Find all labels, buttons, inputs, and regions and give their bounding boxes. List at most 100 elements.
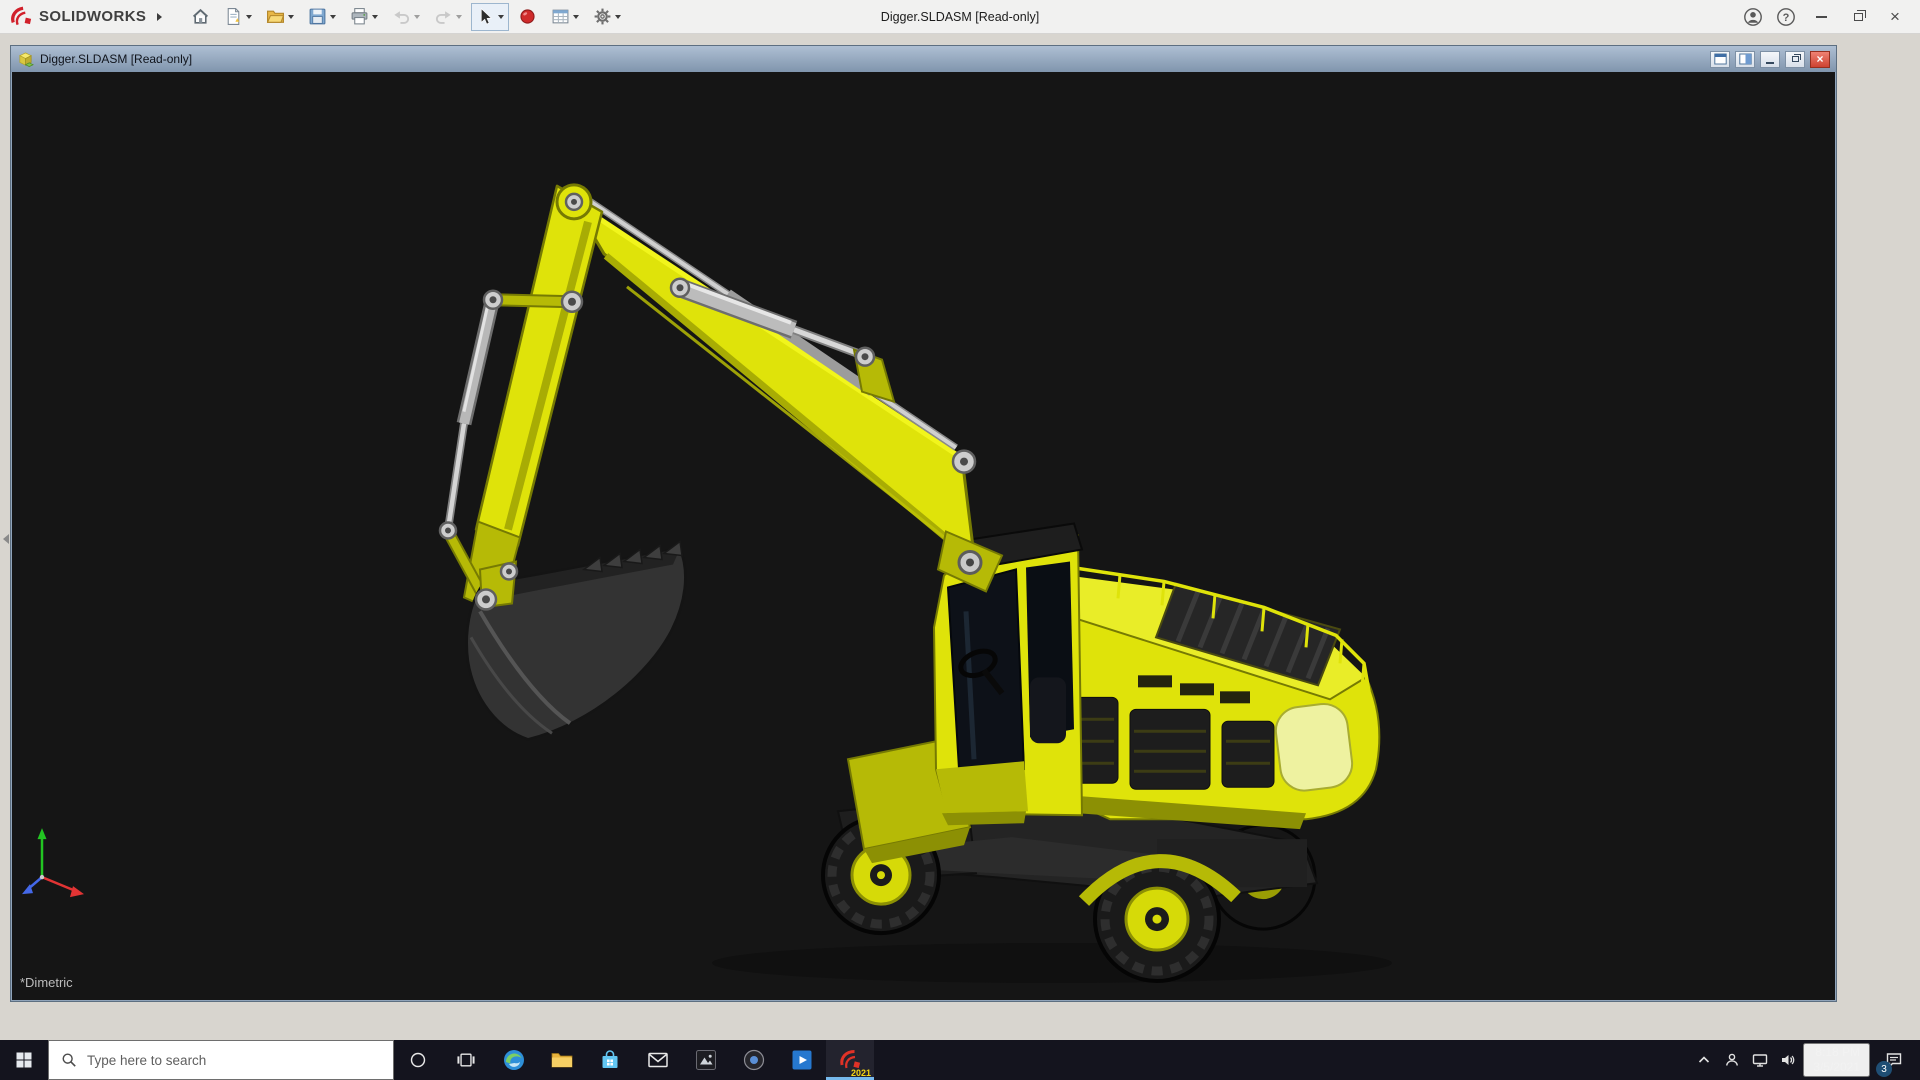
hidden-icons-button[interactable] (1691, 1040, 1717, 1080)
cortana-button[interactable] (394, 1040, 442, 1080)
mdi-client-area: Digger.SLDASM [Read-only] × *Dimetric (0, 34, 1920, 1040)
taskbar-app-round[interactable] (730, 1040, 778, 1080)
doc-close-button[interactable]: × (1810, 50, 1830, 68)
viewport-3d[interactable]: *Dimetric (12, 72, 1835, 1000)
svg-text:?: ? (1783, 12, 1790, 24)
close-button[interactable]: × (1880, 3, 1910, 31)
cortana-icon (410, 1052, 426, 1068)
search-icon (62, 1053, 76, 1067)
view-orientation-label: *Dimetric (20, 975, 73, 990)
help-icon: ? (1777, 7, 1795, 26)
drawing-sheet-icon (552, 9, 569, 24)
redo-button[interactable] (429, 3, 467, 31)
clock-date: 3/5/2021 (1813, 1060, 1860, 1074)
help-button[interactable]: ? (1773, 4, 1799, 30)
account-button[interactable] (1740, 4, 1766, 30)
new-document-button[interactable] (219, 3, 257, 31)
save-icon (309, 8, 326, 25)
taskbar-search-input[interactable]: Type here to search (48, 1040, 394, 1080)
redo-icon (436, 11, 452, 24)
doc-pane-button-1[interactable] (1710, 50, 1730, 68)
undo-button[interactable] (387, 3, 425, 31)
window-controls: ? × (1740, 3, 1910, 31)
restore-icon (1791, 53, 1801, 62)
action-center-button[interactable]: 3 (1872, 1040, 1916, 1080)
document-window-controls: × (1710, 50, 1830, 68)
print-icon (351, 8, 368, 25)
taskbar-app-solidworks[interactable]: 2021 (826, 1040, 874, 1080)
store-icon (602, 1050, 618, 1068)
display-tray-button[interactable] (1747, 1040, 1773, 1080)
solidworks-app: SOLIDWORKS Digger.SLDASM [Read-only] ? ×… (0, 0, 1920, 1080)
taskbar-clock[interactable]: 8:18 PM 3/5/2021 (1803, 1043, 1870, 1077)
doc-restore-button[interactable] (1785, 50, 1805, 68)
restore-button[interactable] (1843, 3, 1873, 31)
restore-icon (1853, 9, 1866, 21)
doc-minimize-button[interactable] (1760, 50, 1780, 68)
minimize-icon (1815, 15, 1827, 18)
clock-time: 8:18 PM (1815, 1045, 1860, 1059)
file-explorer-icon (551, 1053, 573, 1068)
open-button[interactable] (261, 3, 299, 31)
solidworks-logo-icon (11, 6, 32, 25)
close-icon: × (1890, 7, 1900, 26)
assembly-document-icon (18, 51, 34, 67)
print-button[interactable] (345, 3, 383, 31)
search-placeholder: Type here to search (87, 1052, 207, 1068)
task-view-button[interactable] (442, 1040, 490, 1080)
pane-view-icon (1713, 53, 1727, 65)
doc-pane-button-2[interactable] (1735, 50, 1755, 68)
solidworks-version-badge: 2021 (850, 1068, 871, 1078)
toolbar-expand-arrow[interactable] (157, 12, 163, 21)
taskbar-app-photos[interactable] (682, 1040, 730, 1080)
new-document-icon (228, 8, 240, 25)
seat (1030, 677, 1066, 744)
task-view-icon (457, 1053, 475, 1067)
round-app-icon (743, 1049, 765, 1071)
split-pane-icon (1738, 53, 1752, 65)
taskbar-app-media[interactable] (778, 1040, 826, 1080)
volume-icon (1782, 1055, 1795, 1065)
display-icon (1753, 1054, 1768, 1067)
notification-count-badge: 3 (1876, 1061, 1892, 1077)
home-button[interactable] (186, 3, 215, 31)
taskbar-app-edge[interactable] (490, 1040, 538, 1080)
save-button[interactable] (303, 3, 341, 31)
select-arrow-icon (481, 7, 493, 25)
people-tray-button[interactable] (1719, 1040, 1745, 1080)
rear-panel (1274, 702, 1354, 792)
open-folder-icon (267, 10, 285, 23)
system-tray: 8:18 PM 3/5/2021 3 (1691, 1040, 1920, 1080)
taskbar-app-file-explorer[interactable] (538, 1040, 586, 1080)
appearance-ball-icon (520, 9, 535, 24)
appearances-button[interactable] (513, 3, 542, 31)
undo-icon (394, 11, 410, 24)
app-window-title: Digger.SLDASM [Read-only] (880, 9, 1040, 24)
people-icon (1726, 1053, 1739, 1066)
edge-icon (504, 1050, 524, 1070)
taskbar-app-mail[interactable] (634, 1040, 682, 1080)
brand-name: SOLIDWORKS (39, 8, 147, 25)
taskbar-app-store[interactable] (586, 1040, 634, 1080)
minimize-button[interactable] (1806, 3, 1836, 31)
volume-tray-button[interactable] (1775, 1040, 1801, 1080)
gear-icon (594, 8, 611, 25)
user-icon (1744, 7, 1762, 26)
photos-icon (696, 1050, 716, 1070)
document-titlebar[interactable]: Digger.SLDASM [Read-only] × (11, 46, 1836, 72)
model-canvas: *Dimetric (20, 183, 1392, 990)
start-button[interactable] (0, 1040, 48, 1080)
media-app-icon (792, 1050, 812, 1070)
home-icon (193, 8, 209, 24)
minimize-icon (1766, 61, 1774, 64)
excavator-model (438, 183, 1392, 984)
boom-arm (570, 198, 1004, 593)
options-button[interactable] (588, 3, 626, 31)
bucket (465, 540, 687, 741)
mail-icon (648, 1052, 668, 1068)
stick-arm (462, 184, 604, 615)
select-tool-button[interactable] (471, 2, 510, 31)
drawing-sheet-button[interactable] (546, 3, 584, 31)
document-window: Digger.SLDASM [Read-only] × *Dimetric (10, 45, 1837, 1002)
windows-taskbar: Type here to search 2021 8:18 PM 3/5/202… (0, 1040, 1920, 1080)
